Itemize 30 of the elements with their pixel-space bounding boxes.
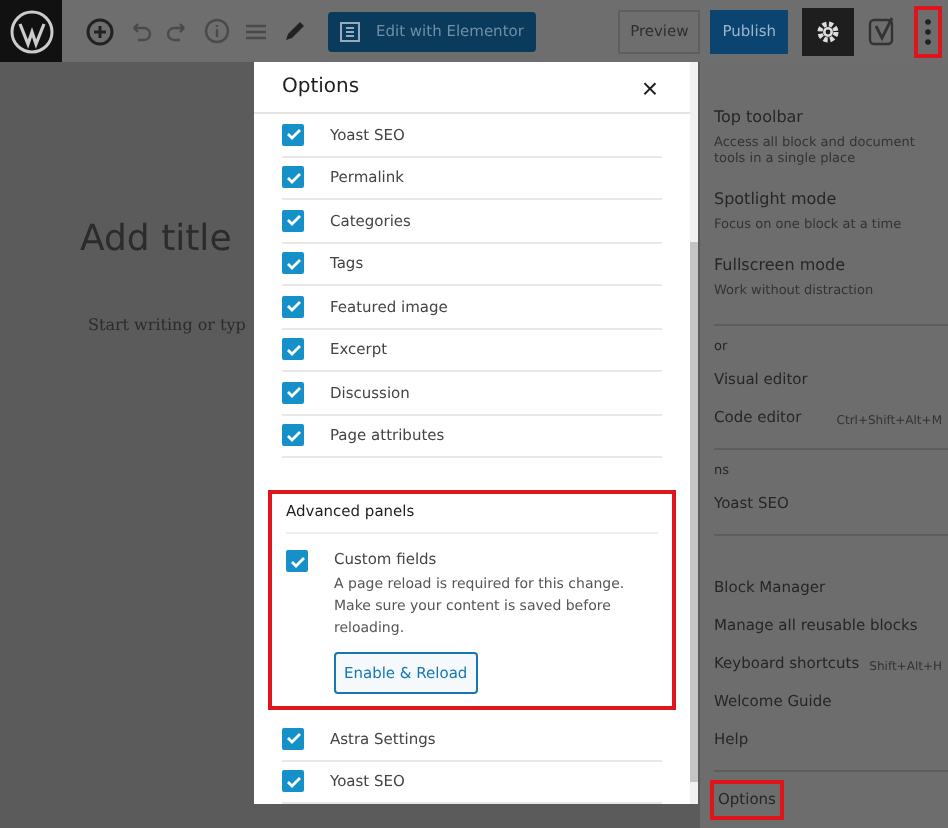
more-icon — [924, 17, 932, 45]
checkbox[interactable] — [282, 123, 304, 146]
elementor-icon — [340, 21, 360, 41]
dialog-title: Options — [282, 76, 360, 98]
undo-icon[interactable] — [128, 21, 152, 41]
redo-icon[interactable] — [166, 21, 190, 41]
add-block-icon[interactable] — [86, 17, 114, 45]
more-options-button[interactable] — [914, 5, 942, 57]
checkbox[interactable] — [282, 424, 304, 447]
checkbox[interactable] — [282, 381, 304, 404]
close-button[interactable]: × — [637, 71, 662, 103]
checkbox[interactable] — [282, 727, 304, 750]
info-icon[interactable] — [204, 18, 230, 44]
checkbox[interactable] — [282, 209, 304, 232]
settings-icon — [814, 17, 842, 45]
wordpress-icon — [9, 9, 53, 53]
settings-button[interactable] — [802, 7, 854, 55]
menu-item[interactable]: Fullscreen mode — [710, 250, 850, 282]
checkbox[interactable] — [282, 166, 304, 189]
pencil-icon[interactable] — [282, 19, 306, 43]
checkbox[interactable] — [282, 252, 304, 275]
wordpress-logo[interactable] — [0, 0, 62, 62]
scrollbar[interactable] — [690, 62, 698, 804]
menu-item[interactable]: Spotlight mode — [710, 184, 841, 216]
checkbox[interactable] — [282, 338, 304, 361]
checkbox[interactable] — [286, 550, 308, 572]
list-icon[interactable] — [244, 21, 268, 41]
checkbox[interactable] — [282, 295, 304, 318]
menu-item[interactable]: Top toolbar — [710, 102, 807, 134]
checkbox[interactable] — [282, 770, 304, 793]
